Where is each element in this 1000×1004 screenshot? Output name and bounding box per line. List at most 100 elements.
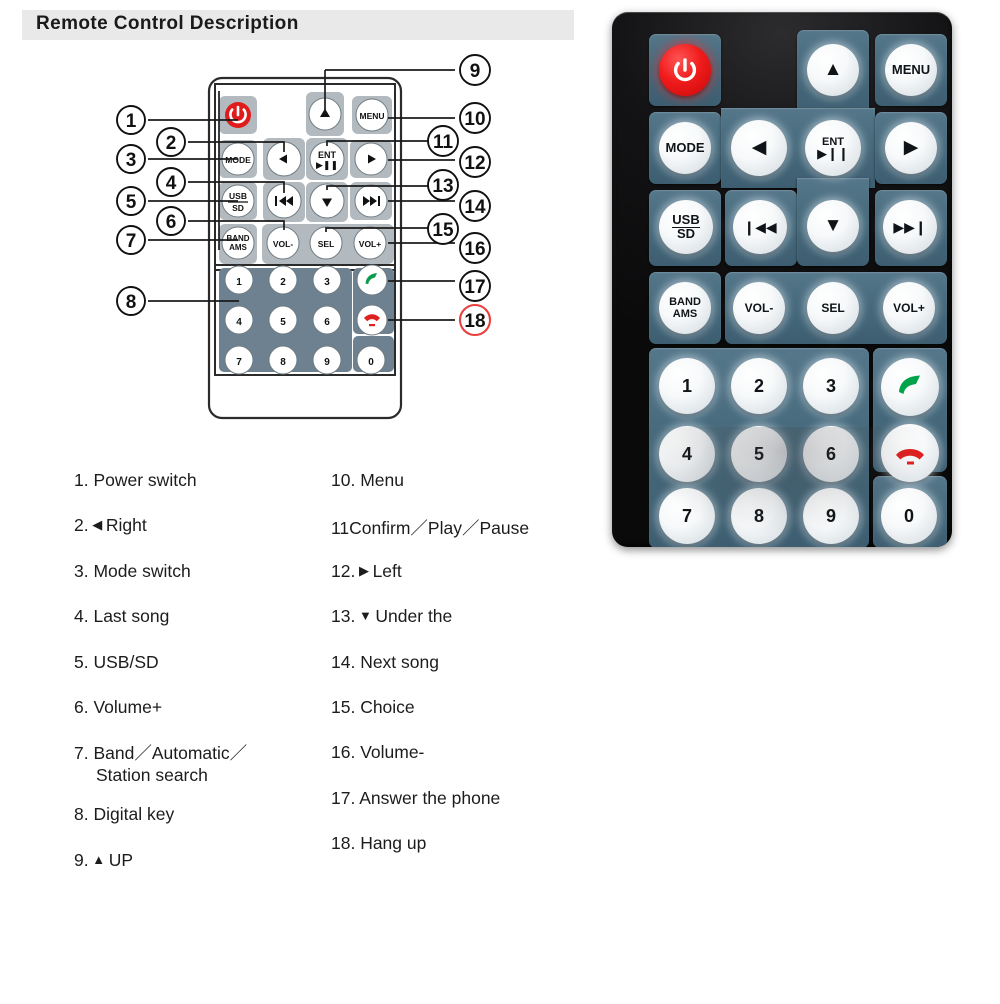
callout-12: 12 <box>459 146 491 178</box>
digit-0-button[interactable]: 0 <box>881 488 937 544</box>
digit-1-label: 1 <box>681 375 692 396</box>
digit-3-label: 3 <box>825 375 836 396</box>
enter-play-pause-button[interactable]: ENT ▶❙❙ <box>805 120 861 176</box>
description-item-number: 1. <box>74 470 89 490</box>
callout-9: 9 <box>459 54 491 86</box>
svg-text:6: 6 <box>166 212 177 233</box>
svg-text:SEL: SEL <box>318 239 335 249</box>
mode-button[interactable]: MODE <box>659 122 711 174</box>
svg-text:5: 5 <box>126 192 137 213</box>
right-button[interactable]: ▶ <box>885 122 937 174</box>
digit-6-label: 6 <box>825 443 836 464</box>
svg-text:▶❚❚: ▶❚❚ <box>316 160 338 171</box>
previous-track-button[interactable]: ❙◀◀ <box>733 200 787 254</box>
volume-down-button[interactable]: VOL- <box>733 282 785 334</box>
digit-9-button[interactable]: 9 <box>803 488 859 544</box>
button-description-list: 1. Power switch 2. ◀ Right 3. Mode switch 4… <box>0 470 600 910</box>
description-item-number: 16. <box>331 742 356 763</box>
callout-7: 7 <box>116 225 146 255</box>
svg-text:6: 6 <box>324 317 330 328</box>
description-item-text: Answer the phone <box>355 787 501 808</box>
phone-hangup-icon <box>896 449 924 465</box>
callout-13: 13 <box>427 169 459 201</box>
svg-text:16: 16 <box>464 239 485 260</box>
description-item-text: USB/SD <box>88 651 159 672</box>
description-item-1: 1. Power switch <box>74 470 334 515</box>
svg-text:SD: SD <box>232 203 244 213</box>
svg-text:3: 3 <box>126 150 137 171</box>
description-item-9: 9. ▲ UP <box>74 850 334 895</box>
description-item-number: 15. <box>331 696 356 717</box>
description-item-8: 8. Digital key <box>74 804 334 849</box>
up-button[interactable]: ▲ <box>807 44 859 96</box>
mode-label: MODE <box>665 140 705 156</box>
svg-text:2: 2 <box>166 133 177 154</box>
phone-answer-icon <box>899 375 920 394</box>
answer-call-button[interactable] <box>881 358 939 416</box>
svg-text:7: 7 <box>126 231 137 252</box>
svg-text:BAND: BAND <box>226 234 249 243</box>
svg-text:9: 9 <box>470 61 481 82</box>
description-item-5: 5. USB/SD <box>74 652 334 697</box>
description-item-number: 11 <box>331 518 350 539</box>
description-item-number: 6. <box>74 696 89 717</box>
description-item-text: Choice <box>355 696 415 717</box>
menu-button[interactable]: MENU <box>885 44 937 96</box>
description-item-text: Band／Automatic／ <box>88 743 248 764</box>
next-track-button[interactable]: ▶▶❙ <box>883 200 937 254</box>
description-item-text: Menu <box>355 470 404 490</box>
triangle-up-icon: ▲ <box>823 59 843 81</box>
description-item-text: Next song <box>355 651 439 672</box>
callout-2: 2 <box>156 127 186 157</box>
description-item-text: Confirm／Play／Pause <box>349 518 530 539</box>
band-ams-button[interactable]: BAND AMS <box>659 282 711 334</box>
digit-0-label: 0 <box>903 505 914 526</box>
digit-8-button[interactable]: 8 <box>731 488 787 544</box>
description-item-text: Last song <box>88 606 170 627</box>
svg-text:4: 4 <box>236 317 242 328</box>
digit-1-button[interactable]: 1 <box>659 358 715 414</box>
digit-5-button[interactable]: 5 <box>731 426 787 482</box>
play-pause-icon: ▶❙❙ <box>817 145 849 161</box>
description-item-10: 10. Menu <box>331 470 593 515</box>
svg-text:13: 13 <box>432 176 453 197</box>
left-button[interactable]: ◀ <box>731 120 787 176</box>
direction-arrow-icon: ▼ <box>355 608 376 624</box>
triangle-right-icon: ▶ <box>903 137 919 159</box>
hang-up-button[interactable] <box>881 424 939 482</box>
down-button[interactable]: ▼ <box>807 200 859 252</box>
digit-7-button[interactable]: 7 <box>659 488 715 544</box>
callout-4: 4 <box>156 167 186 197</box>
description-item-number: 3. <box>74 560 89 581</box>
description-item-11: 11Confirm／Play／Pause <box>331 515 593 560</box>
digit-3-button[interactable]: 3 <box>803 358 859 414</box>
digit-6-button[interactable]: 6 <box>803 426 859 482</box>
callout-15: 15 <box>427 213 459 245</box>
band-text: BAND <box>669 296 701 308</box>
volume-up-button[interactable]: VOL+ <box>883 282 935 334</box>
description-item-number: 12. <box>331 560 356 581</box>
digit-4-button[interactable]: 4 <box>659 426 715 482</box>
description-item-number: 14. <box>331 651 356 672</box>
band-ams-label: BAND AMS <box>669 296 701 320</box>
description-item-18: 18. Hang up <box>331 833 593 878</box>
svg-text:17: 17 <box>464 277 485 298</box>
direction-arrow-icon: ◀ <box>88 517 106 533</box>
svg-text:4: 4 <box>166 173 177 194</box>
callout-3: 3 <box>116 144 146 174</box>
svg-text:VOL+: VOL+ <box>359 239 381 249</box>
description-item-text: Volume- <box>355 742 425 763</box>
volume-up-label: VOL+ <box>893 300 925 315</box>
power-button[interactable] <box>659 44 711 96</box>
callout-5: 5 <box>116 186 146 216</box>
svg-text:12: 12 <box>464 153 485 174</box>
usb-sd-button[interactable]: USB SD <box>659 200 713 254</box>
power-icon <box>673 58 697 82</box>
description-item-number: 2. <box>74 515 89 536</box>
digit-2-button[interactable]: 2 <box>731 358 787 414</box>
select-button[interactable]: SEL <box>807 282 859 334</box>
description-item-number: 8. <box>74 804 89 825</box>
triangle-left-icon: ◀ <box>751 137 767 159</box>
description-item-13: 13. ▼ Under the <box>331 606 593 651</box>
svg-text:MENU: MENU <box>359 111 384 121</box>
